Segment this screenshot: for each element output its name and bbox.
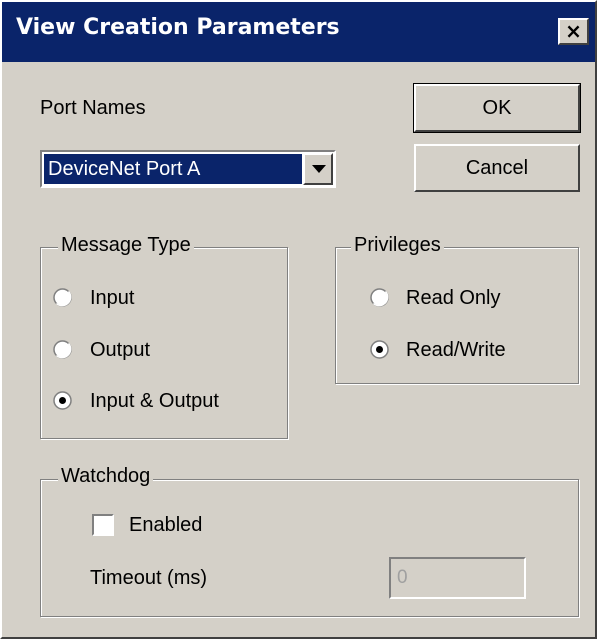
window-title: View Creation Parameters <box>16 15 340 40</box>
enabled-checkbox[interactable] <box>92 514 114 536</box>
cancel-button[interactable]: Cancel <box>414 144 580 192</box>
close-icon: × <box>565 19 582 43</box>
timeout-label: Timeout (ms) <box>90 567 208 589</box>
privileges-group <box>335 247 579 384</box>
radio-input-output-label[interactable]: Input & Output <box>90 390 219 413</box>
radio-read-only-label[interactable]: Read Only <box>406 287 501 310</box>
port-names-dropdown[interactable]: DeviceNet Port A <box>40 150 336 188</box>
ok-button-label: OK <box>482 97 512 119</box>
ok-button[interactable]: OK <box>413 83 581 133</box>
radio-read-only[interactable] <box>370 288 389 307</box>
privileges-title: Privileges <box>351 234 444 257</box>
port-names-label: Port Names <box>40 97 146 119</box>
enabled-label[interactable]: Enabled <box>129 514 202 537</box>
cancel-button-label: Cancel <box>465 157 529 179</box>
radio-read-write[interactable] <box>370 340 389 359</box>
watchdog-title: Watchdog <box>58 465 154 488</box>
radio-output-label[interactable]: Output <box>90 339 150 362</box>
message-type-title: Message Type <box>58 234 194 257</box>
radio-input[interactable] <box>53 288 72 307</box>
dialog-window: View Creation Parameters × Port Names De… <box>0 0 597 639</box>
radio-output[interactable] <box>53 340 72 359</box>
dropdown-arrow-button[interactable] <box>303 153 333 185</box>
chevron-down-icon <box>312 165 326 173</box>
port-names-selected-value: DeviceNet Port A <box>44 154 302 184</box>
radio-input-label[interactable]: Input <box>90 287 134 310</box>
title-bar[interactable]: View Creation Parameters × <box>2 2 595 62</box>
timeout-field[interactable]: 0 <box>389 557 526 599</box>
close-button[interactable]: × <box>558 18 589 45</box>
radio-read-write-label[interactable]: Read/Write <box>406 339 506 362</box>
timeout-value: 0 <box>397 567 408 588</box>
radio-input-output[interactable] <box>53 391 72 410</box>
